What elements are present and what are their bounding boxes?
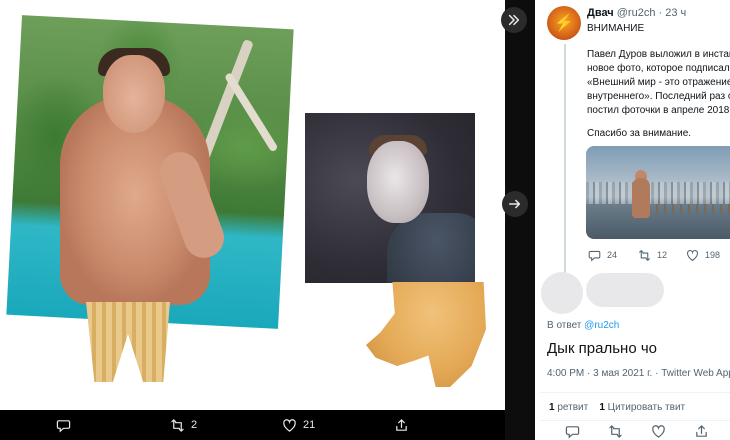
quotes-stat[interactable]: 1 Цитировать твит (599, 402, 685, 413)
tweet-retweet-count: 12 (657, 250, 668, 260)
tweet-text-line: ВНИМАНИЕ (587, 23, 645, 34)
retweets-stat[interactable]: 1 ретвит (549, 402, 588, 413)
person-face (367, 141, 429, 223)
golden-shorts (86, 302, 170, 382)
person-body (387, 213, 475, 283)
author-name[interactable]: Двач (587, 7, 614, 19)
bottom-reply-button[interactable] (565, 424, 580, 440)
tweet-text-line: новое фото, которое подписал (587, 63, 730, 74)
tweet-reply-count: 24 (607, 250, 618, 260)
tweet-text-line: внутреннего». Последний раз о (587, 91, 730, 102)
media-image[interactable] (0, 0, 505, 410)
tweet-time[interactable]: · 23 ч (659, 7, 687, 19)
tweet-header: Двач @ru2ch · 23 ч (587, 7, 686, 19)
reply-meta[interactable]: 4:00 PM · 3 мая 2021 г. · Twitter Web Ap… (547, 368, 730, 379)
reply-stats: 1 ретвит 1 Цитировать твит (549, 402, 685, 413)
reply-author-avatar[interactable] (541, 272, 583, 314)
city-skyline (586, 182, 730, 204)
bottom-share-button[interactable] (694, 424, 709, 440)
retweet-count: 2 (191, 419, 198, 431)
share-icon (696, 425, 707, 437)
railing (656, 204, 730, 214)
tree-branch (224, 71, 279, 153)
tweet-photo[interactable] (586, 146, 730, 239)
retweet-icon (639, 249, 650, 261)
in-reply-to-label: В ответ (547, 320, 582, 331)
arrow-right-icon (508, 199, 521, 209)
person-head (103, 55, 165, 133)
author-handle[interactable]: @ru2ch (617, 7, 656, 19)
comment-icon (588, 250, 601, 262)
share-action[interactable] (394, 410, 415, 440)
dog-legs (366, 282, 486, 387)
next-image-button[interactable] (502, 191, 528, 217)
tweet-text-line: постил фоточки в апреле 2018. (587, 105, 730, 116)
tweet-retweet-action[interactable]: 12 (638, 247, 667, 263)
comment-icon (565, 426, 580, 439)
author-avatar[interactable]: ⚡ (547, 6, 581, 40)
double-chevron-right-icon (508, 14, 520, 26)
retweet-action[interactable]: 2 (170, 410, 197, 440)
heart-icon (652, 425, 665, 438)
tweet-like-count: 198 (705, 250, 721, 260)
retweet-icon (609, 425, 622, 438)
photo-zuckerberg (305, 113, 475, 283)
tweet-text-line: Павел Дуров выложил в инстаг (587, 49, 730, 60)
divider (540, 420, 730, 421)
collapse-panel-button[interactable] (501, 7, 527, 33)
comment-icon (56, 419, 71, 432)
like-count: 21 (303, 419, 316, 431)
like-action[interactable]: 21 (282, 410, 315, 440)
divider (540, 392, 730, 393)
reply-text: Дык прально чо (547, 340, 657, 357)
tweet-reply-action[interactable]: 24 (588, 247, 617, 263)
in-reply-to: В ответ @ru2ch (547, 320, 619, 331)
tweet-like-action[interactable]: 198 (686, 247, 720, 263)
reply-author-name-redacted (586, 273, 664, 307)
bottom-like-button[interactable] (651, 424, 666, 440)
reply-action[interactable] (56, 410, 77, 440)
in-reply-to-link[interactable]: @ru2ch (584, 320, 619, 331)
retweet-icon (171, 418, 184, 432)
media-action-bar: 2 21 (0, 410, 505, 440)
media-viewer: 2 21 (0, 0, 535, 440)
heart-icon (283, 418, 296, 432)
heart-icon (687, 249, 698, 261)
share-icon (396, 418, 407, 431)
lightning-icon: ⚡ (554, 15, 574, 32)
tweet-text-line: Спасибо за внимание. (587, 128, 692, 139)
bottom-retweet-button[interactable] (608, 424, 623, 440)
person-body (632, 178, 650, 218)
thread-connector (564, 44, 566, 276)
tweet-text-line: «Внешний мир - это отражение (587, 77, 730, 88)
